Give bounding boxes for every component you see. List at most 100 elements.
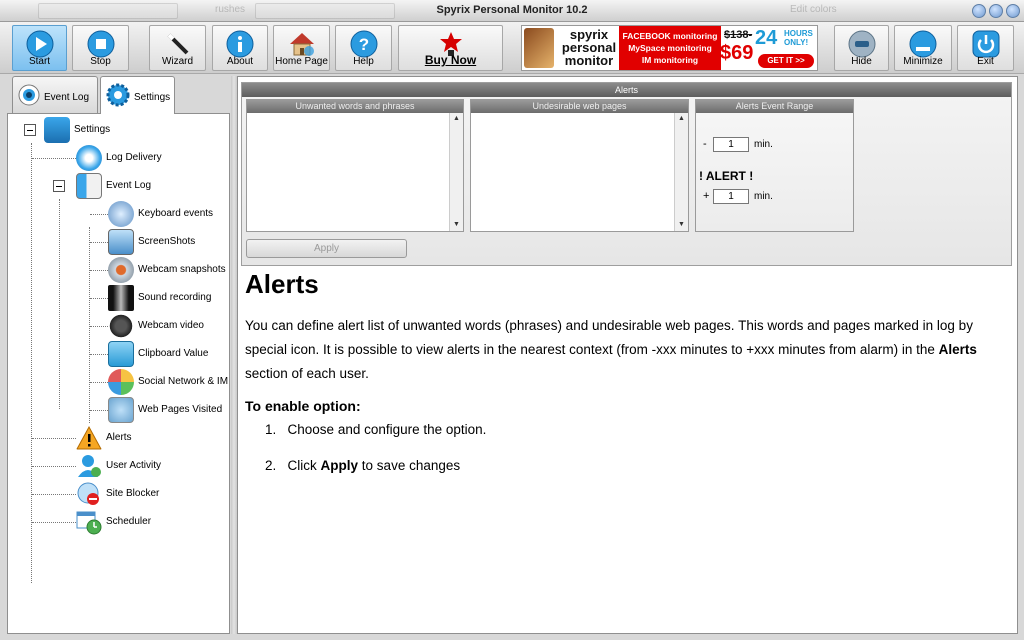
settings-collapse-toggle[interactable] (24, 124, 36, 136)
alerts-panel-header: Alerts (242, 83, 1011, 97)
ghost-text-rushes: rushes (215, 4, 246, 15)
promo-banner[interactable]: spyrix personal monitor FACEBOOK monitor… (521, 25, 818, 71)
help-description-part2: section of each user. (245, 366, 369, 381)
minutes-after-input[interactable] (713, 189, 749, 204)
tree-item-event-log-label: Event Log (106, 180, 152, 191)
alert-label: ! ALERT ! (699, 169, 754, 183)
unwanted-words-group: Unwanted words and phrases ▲ ▼ (246, 99, 464, 232)
help-content: Alerts You can define alert list of unwa… (245, 269, 1013, 494)
tab-settings[interactable]: Settings (100, 76, 175, 114)
event-log-collapse-toggle[interactable] (53, 180, 65, 192)
plus-sign: + (703, 190, 710, 202)
tree-line (90, 214, 108, 215)
clipboard-icon (108, 341, 134, 367)
exit-button[interactable]: Exit (957, 25, 1014, 71)
scroll-up-icon[interactable]: ▲ (450, 113, 463, 125)
alerts-settings-panel: Alerts Unwanted words and phrases ▲ ▼ Un… (241, 82, 1012, 266)
tools-icon (44, 117, 70, 143)
question-icon: ? (350, 30, 377, 58)
tree-item-sound-recording-label: Sound recording (138, 292, 212, 303)
play-icon (26, 30, 53, 58)
window-close-button[interactable] (1006, 4, 1020, 18)
tab-event-log[interactable]: Event Log (12, 76, 98, 113)
help-description: You can define alert list of unwanted wo… (245, 314, 1013, 386)
undesirable-pages-textarea[interactable] (471, 113, 688, 231)
tree-line (32, 494, 76, 495)
home-page-label: Home Page (275, 56, 328, 67)
stop-button[interactable]: Stop (72, 25, 129, 71)
window-maximize-button[interactable] (989, 4, 1003, 18)
tree-item-log-delivery-label: Log Delivery (106, 152, 162, 163)
hide-button[interactable]: Hide (834, 25, 889, 71)
step-2-text-pre: Click (287, 458, 321, 473)
home-icon (289, 33, 314, 56)
buy-now-label: Buy Now (424, 53, 477, 67)
eye-icon (18, 84, 40, 106)
tree-line (90, 354, 108, 355)
tree-item-keyboard-events-label: Keyboard events (138, 208, 214, 219)
apply-button[interactable]: Apply (246, 239, 407, 258)
tree-line (59, 199, 60, 409)
undesirable-pages-group: Undesirable web pages ▲ ▼ (470, 99, 689, 232)
tree-line (90, 326, 108, 327)
settings-tree: Settings Log Delivery Event Log Keyboard… (7, 113, 230, 634)
tree-item-alerts-label: Alerts (106, 432, 132, 443)
buy-now-button[interactable]: Buy Now (398, 25, 503, 71)
help-label: Help (353, 56, 374, 67)
ad-get-it-button[interactable]: GET IT >> (758, 54, 814, 68)
web-page-icon (108, 397, 134, 423)
wizard-button[interactable]: Wizard (149, 25, 206, 71)
tree-line (90, 242, 108, 243)
help-description-bold: Alerts (938, 342, 977, 357)
hide-label: Hide (851, 56, 872, 67)
stop-icon (87, 30, 114, 58)
event-range-header: Alerts Event Range (696, 100, 853, 113)
exit-label: Exit (977, 56, 994, 67)
minus-sign: - (703, 138, 707, 150)
tree-line (90, 298, 108, 299)
user-icon (78, 455, 101, 477)
tree-line (32, 438, 76, 439)
minimize-icon (909, 30, 937, 58)
minimize-button[interactable]: Minimize (894, 25, 952, 71)
about-button[interactable]: About (212, 25, 268, 71)
ghost-toolbar-right (255, 3, 395, 19)
tab-event-log-label: Event Log (44, 92, 90, 103)
hide-icon (848, 30, 875, 58)
wizard-label: Wizard (161, 56, 194, 67)
help-subtitle: To enable option: (245, 398, 361, 414)
webcam-icon (108, 257, 134, 283)
calendar-clock-icon (76, 511, 102, 535)
tree-line (32, 466, 76, 467)
gear-icon (106, 83, 130, 107)
tree-line (90, 270, 108, 271)
scroll-down-icon[interactable]: ▼ (450, 219, 463, 231)
start-button[interactable]: Start (12, 25, 67, 71)
microphone-icon (108, 285, 134, 311)
unwanted-words-textarea[interactable] (247, 113, 463, 231)
event-range-group: Alerts Event Range - min. ! ALERT ! + mi… (695, 99, 854, 232)
tree-line (90, 410, 108, 411)
unwanted-words-header: Unwanted words and phrases (247, 100, 463, 113)
window-minimize-button[interactable] (972, 4, 986, 18)
scroll-down-icon[interactable]: ▼ (675, 219, 688, 231)
help-step-2: 2. Click Apply to save changes (265, 458, 1013, 494)
ghost-toolbar-left (38, 3, 178, 19)
ad-brand-line3: monitor (564, 53, 614, 68)
unwanted-words-scrollbar[interactable]: ▲ ▼ (449, 113, 463, 231)
ad-features: FACEBOOK monitoring MySpace monitoring I… (619, 26, 721, 70)
keyboard-icon (108, 201, 134, 227)
main-toolbar: Start Stop Wizard About Home Page ? Help… (0, 22, 1024, 74)
scroll-up-icon[interactable]: ▲ (675, 113, 688, 125)
undesirable-pages-scrollbar[interactable]: ▲ ▼ (674, 113, 688, 231)
broadcast-icon (76, 145, 102, 171)
svg-text:?: ? (358, 35, 368, 54)
notebook-icon (76, 173, 102, 199)
tree-line (31, 143, 32, 583)
minutes-before-input[interactable] (713, 137, 749, 152)
tree-item-webcam-snapshots-label: Webcam snapshots (138, 264, 226, 275)
spyrix-logo-icon (524, 28, 554, 68)
ad-feature-im: IM monitoring (641, 55, 699, 65)
home-page-button[interactable]: Home Page (273, 25, 330, 71)
help-button[interactable]: ? Help (335, 25, 392, 71)
